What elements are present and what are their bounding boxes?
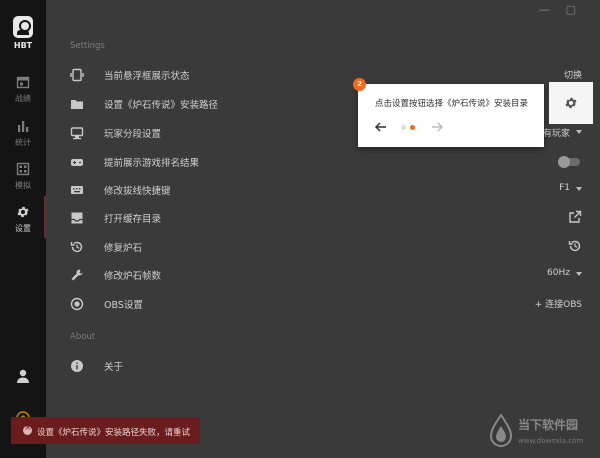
settings-panel: —▢ Settings 当前悬浮框展示状态 切换 设置《炉石传说》安装路径 玩家… <box>46 0 600 458</box>
setting-label: 修复炉石 <box>104 243 143 254</box>
gear-icon <box>17 206 29 218</box>
setting-label: 玩家分段设置 <box>104 129 162 140</box>
watermark-url: www.downxia.com <box>518 437 584 445</box>
sidebar-item-label: 战绩 <box>15 94 31 103</box>
sidebar-item-label: 设置 <box>15 224 31 233</box>
tour-spotlight[interactable] <box>549 82 593 124</box>
wrench-icon <box>71 269 83 281</box>
hotkey-select[interactable]: F1 <box>559 183 582 193</box>
maximize-button[interactable]: ▢ <box>566 3 592 16</box>
tour-dot-2 <box>410 125 415 130</box>
watermark-logo-icon <box>489 414 513 447</box>
sidebar-item-record[interactable]: 战绩 <box>0 75 46 104</box>
setting-row-overlay-state: 当前悬浮框展示状态 切换 <box>70 65 582 85</box>
window-controls[interactable]: —▢ <box>539 3 592 16</box>
setting-label: 提前展示游戏排名结果 <box>104 158 200 169</box>
about-label: 关于 <box>104 362 124 373</box>
monitor-icon <box>70 127 84 140</box>
setting-label: OBS设置 <box>104 300 143 311</box>
setting-row-hotkey: 修改拔线快捷键 F1 <box>70 180 582 200</box>
setting-row-framerate: 修改炉石帧数 60Hz <box>70 265 582 285</box>
sidebar-item-simulate[interactable]: 模拟 <box>0 162 46 191</box>
gamepad-icon <box>71 159 83 166</box>
sidebar-item-settings[interactable]: 设置 <box>0 205 46 234</box>
setting-label: 修改拔线快捷键 <box>104 186 171 197</box>
app-logo: HBT <box>0 16 46 50</box>
watermark-title: 当下软件园 <box>518 418 579 432</box>
setting-label: 当前悬浮框展示状态 <box>104 71 190 82</box>
inbox-icon <box>71 212 83 224</box>
user-icon[interactable] <box>15 368 31 384</box>
sidebar-item-label: 模拟 <box>15 181 31 190</box>
keyboard-icon <box>71 186 83 194</box>
settings-gear-icon[interactable] <box>564 96 578 110</box>
player-rank-select[interactable]: 有玩家 <box>543 126 583 139</box>
framerate-select[interactable]: 60Hz <box>547 268 582 278</box>
setting-row-show-ranking: 提前展示游戏排名结果 <box>70 152 582 172</box>
overlay-toggle-link[interactable]: 切换 <box>564 68 582 81</box>
logo-badge-icon <box>13 16 33 38</box>
repair-history-icon[interactable] <box>568 239 582 253</box>
setting-label: 修改炉石帧数 <box>104 271 162 282</box>
error-close-icon[interactable] <box>23 423 32 435</box>
error-toast: 设置《炉石传说》安装路径失败，请重试 <box>11 417 200 444</box>
info-icon <box>71 360 83 372</box>
setting-row-obs: OBS设置 + 连接OBS <box>70 294 582 314</box>
sidebar-item-stats[interactable]: 统计 <box>0 119 46 148</box>
tour-popover: 点击设置按钮选择《炉石传说》安装目录 <box>358 84 544 147</box>
window-icon <box>70 68 84 82</box>
toast-text: 设置《炉石传说》安装路径失败，请重试 <box>37 428 191 438</box>
minimize-button[interactable]: — <box>539 3 566 16</box>
tour-dot-1 <box>401 125 406 130</box>
sidebar: HBT 战绩 统计 模拟 设置 <box>0 0 46 458</box>
folder-icon <box>71 100 83 109</box>
calendar-icon <box>16 76 30 89</box>
settings-section-title: Settings <box>70 41 105 51</box>
open-external-icon[interactable] <box>568 210 582 224</box>
watermark: 当下软件园 www.downxia.com <box>488 412 596 454</box>
grid-icon <box>16 162 30 176</box>
setting-row-cache-dir: 打开缓存目录 <box>70 208 582 228</box>
history-icon <box>70 241 83 253</box>
setting-label: 设置《炉石传说》安装路径 <box>104 100 219 111</box>
tour-prev-arrow-icon[interactable] <box>374 120 388 134</box>
tour-text: 点击设置按钮选择《炉石传说》安装目录 <box>375 99 529 109</box>
sidebar-item-label: 统计 <box>15 138 31 147</box>
logo-text: HBT <box>13 41 33 50</box>
connect-obs-button[interactable]: + 连接OBS <box>535 297 582 310</box>
setting-label: 打开缓存目录 <box>104 214 162 225</box>
tour-step-badge: 2 <box>353 78 366 91</box>
bar-chart-icon <box>18 121 29 132</box>
about-section-title: About <box>70 332 96 342</box>
record-icon <box>70 297 84 311</box>
tour-next-arrow-icon[interactable] <box>430 120 444 134</box>
about-row[interactable]: 关于 <box>70 356 582 376</box>
show-ranking-toggle[interactable] <box>558 156 580 168</box>
setting-row-repair: 修复炉石 <box>70 237 582 257</box>
